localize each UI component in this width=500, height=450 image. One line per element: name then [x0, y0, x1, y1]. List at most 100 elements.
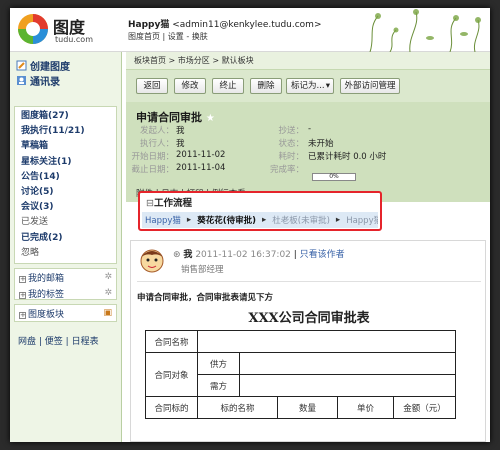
- field-value: -: [308, 124, 312, 134]
- field-label: 执行人：: [139, 139, 174, 149]
- field-label: 截止日期：: [131, 165, 174, 175]
- stop-button[interactable]: 终止: [212, 78, 244, 94]
- expand-icon: +: [19, 310, 26, 319]
- workflow-steps: Happy猫 ▸ 葵花花(待审批) ▸ 杜老板(未审批) ▸ Happy猫: [142, 212, 378, 228]
- post-author[interactable]: 我: [183, 250, 192, 260]
- post-author-role: 销售部经理: [181, 265, 224, 275]
- table-cell: 标的名称: [197, 396, 278, 419]
- sidebar-item[interactable]: 公告(14): [21, 170, 110, 185]
- workflow-step[interactable]: Happy猫: [343, 214, 378, 226]
- create-tudu-label: 创建图度: [30, 62, 70, 73]
- board-item[interactable]: + 图度板块 ▣: [15, 305, 116, 321]
- create-tudu-button[interactable]: 创建图度: [16, 58, 70, 73]
- field-label: 开始日期：: [131, 152, 174, 162]
- sidebar-item[interactable]: 我执行(11/21): [21, 124, 110, 139]
- skin-link[interactable]: 换肤: [192, 32, 208, 41]
- my-mailbox-item[interactable]: + 我的邮箱 ✲: [15, 269, 116, 285]
- table-row: 合同对象 供方: [145, 352, 456, 397]
- field-label: 状态：: [278, 139, 304, 149]
- table-cell: 合同名称: [145, 330, 198, 353]
- folder-list: 图度箱(27) 我执行(11/21) 草稿箱 星标关注(1) 公告(14) 讨论(5) 会议…: [14, 106, 117, 264]
- board-icon: ▣: [103, 308, 112, 318]
- sidebar-item[interactable]: 已发送: [21, 215, 110, 230]
- edit-icon: [16, 60, 27, 71]
- external-access-button[interactable]: 外部访问管理: [340, 78, 400, 94]
- table-cell: 需方: [197, 374, 240, 397]
- document-title: XXX公司合同审批表: [248, 311, 370, 326]
- workflow-title: ⊟工作流程: [146, 195, 192, 209]
- workflow-step[interactable]: 杜老板(未审批): [269, 214, 333, 226]
- table-cell: 合同标的: [145, 396, 198, 419]
- main-content: 板块首页 > 市场分区 > 默认板块 返回 修改 终止 删除 标记为... ▾ 外…: [126, 52, 490, 442]
- netdisk-link[interactable]: 网盘: [18, 337, 36, 347]
- task-title-text: 申请合同审批: [136, 111, 202, 124]
- divider: [137, 281, 481, 282]
- table-cell: 单价: [337, 396, 394, 419]
- gear-icon[interactable]: ✲: [104, 288, 112, 298]
- task-title: 申请合同审批 ★: [136, 109, 215, 125]
- mark-as-label: 标记为...: [291, 81, 325, 91]
- header-links: 图度首页 | 设置 - 换肤: [128, 32, 208, 41]
- back-button[interactable]: 返回: [136, 78, 168, 94]
- workflow-step[interactable]: Happy猫: [142, 214, 184, 226]
- folder-menu: 图度箱(27) 我执行(11/21) 草稿箱 星标关注(1) 公告(14) 讨论(5) 会议…: [15, 107, 116, 263]
- table-cell: [239, 374, 456, 397]
- table-cell: 供方: [197, 352, 240, 375]
- chevron-down-icon: ▾: [325, 81, 330, 91]
- sidebar-item[interactable]: 已完成(2): [21, 231, 110, 246]
- notes-link[interactable]: 便签: [45, 337, 63, 347]
- delete-button[interactable]: 删除: [250, 78, 282, 94]
- avatar: [137, 247, 167, 275]
- calendar-link[interactable]: 日程表: [72, 337, 99, 347]
- sidebar-item[interactable]: 讨论(5): [21, 185, 110, 200]
- contacts-icon: [17, 76, 26, 85]
- field-value: 已累计耗时 0.0 小时: [308, 152, 387, 162]
- my-mailbox-label: 我的邮箱: [28, 273, 65, 284]
- table-row: 合同名称: [145, 330, 456, 353]
- home-link[interactable]: 图度首页: [128, 32, 160, 41]
- field-label: 抄送：: [278, 126, 304, 136]
- gear-icon[interactable]: ✲: [104, 272, 112, 282]
- my-tags-label: 我的标签: [28, 289, 65, 300]
- workflow-step[interactable]: 葵花花(待审批): [194, 214, 259, 226]
- arrow-right-icon: ▸: [335, 215, 341, 225]
- contacts-button[interactable]: 通讯录: [16, 73, 60, 88]
- arrow-right-icon: ▸: [261, 215, 267, 225]
- arrow-right-icon: ▸: [186, 215, 192, 225]
- post-time: 2011-11-02 16:37:02: [195, 250, 291, 260]
- field-label: 完成率：: [269, 165, 304, 175]
- table-cell: [197, 330, 456, 353]
- sidebar-item[interactable]: 图度箱(27): [21, 109, 110, 124]
- only-author-link[interactable]: 只看该作者: [300, 250, 345, 260]
- post: ⊛ 我 2011-11-02 16:37:02 | 只看该作者 销售部经理 申请…: [130, 240, 486, 442]
- board-panel: + 图度板块 ▣: [14, 304, 117, 322]
- expand-icon: +: [19, 290, 26, 299]
- progress-bar: 0%: [312, 173, 356, 181]
- field-label: 发起人：: [139, 126, 174, 136]
- post-header: ⊛ 我 2011-11-02 16:37:02 | 只看该作者: [173, 250, 345, 260]
- edit-button[interactable]: 修改: [174, 78, 206, 94]
- settings-link[interactable]: 设置: [168, 32, 184, 41]
- brand-domain: tudu.com: [55, 35, 93, 44]
- workflow-title-text: 工作流程: [153, 198, 192, 209]
- sidebar-item[interactable]: 星标关注(1): [21, 155, 110, 170]
- toolbar: 返回 修改 终止 删除 标记为... ▾ 外部访问管理: [126, 70, 490, 102]
- my-tags-item[interactable]: + 我的标签 ✲: [15, 285, 116, 301]
- breadcrumb: 板块首页 > 市场分区 > 默认板块: [126, 52, 490, 70]
- sidebar-item[interactable]: 忽略: [21, 246, 110, 261]
- sidebar-item[interactable]: 草稿箱: [21, 139, 110, 154]
- field-label: 耗时：: [278, 152, 304, 162]
- sidebar-item[interactable]: 会议(3): [21, 200, 110, 215]
- tree-panel: + 我的邮箱 ✲ + 我的标签 ✲: [14, 268, 117, 300]
- table-row: 合同标的 标的名称 数量 单价 金额（元）: [145, 396, 456, 419]
- star-icon[interactable]: ★: [206, 113, 215, 124]
- collapse-icon[interactable]: ⊟: [146, 198, 154, 209]
- mark-as-dropdown[interactable]: 标记为... ▾: [286, 78, 334, 94]
- table-cell: [239, 352, 456, 375]
- user-icon: ⊛: [173, 250, 181, 260]
- expand-icon: +: [19, 274, 26, 283]
- field-value: 我: [176, 126, 185, 136]
- header: 图度 tudu.com Happy猫 <admin11@kenkylee.tud…: [10, 8, 490, 52]
- post-body: 申请合同审批，合同审批表请见下方: [137, 293, 274, 303]
- floral-decoration: [369, 9, 481, 52]
